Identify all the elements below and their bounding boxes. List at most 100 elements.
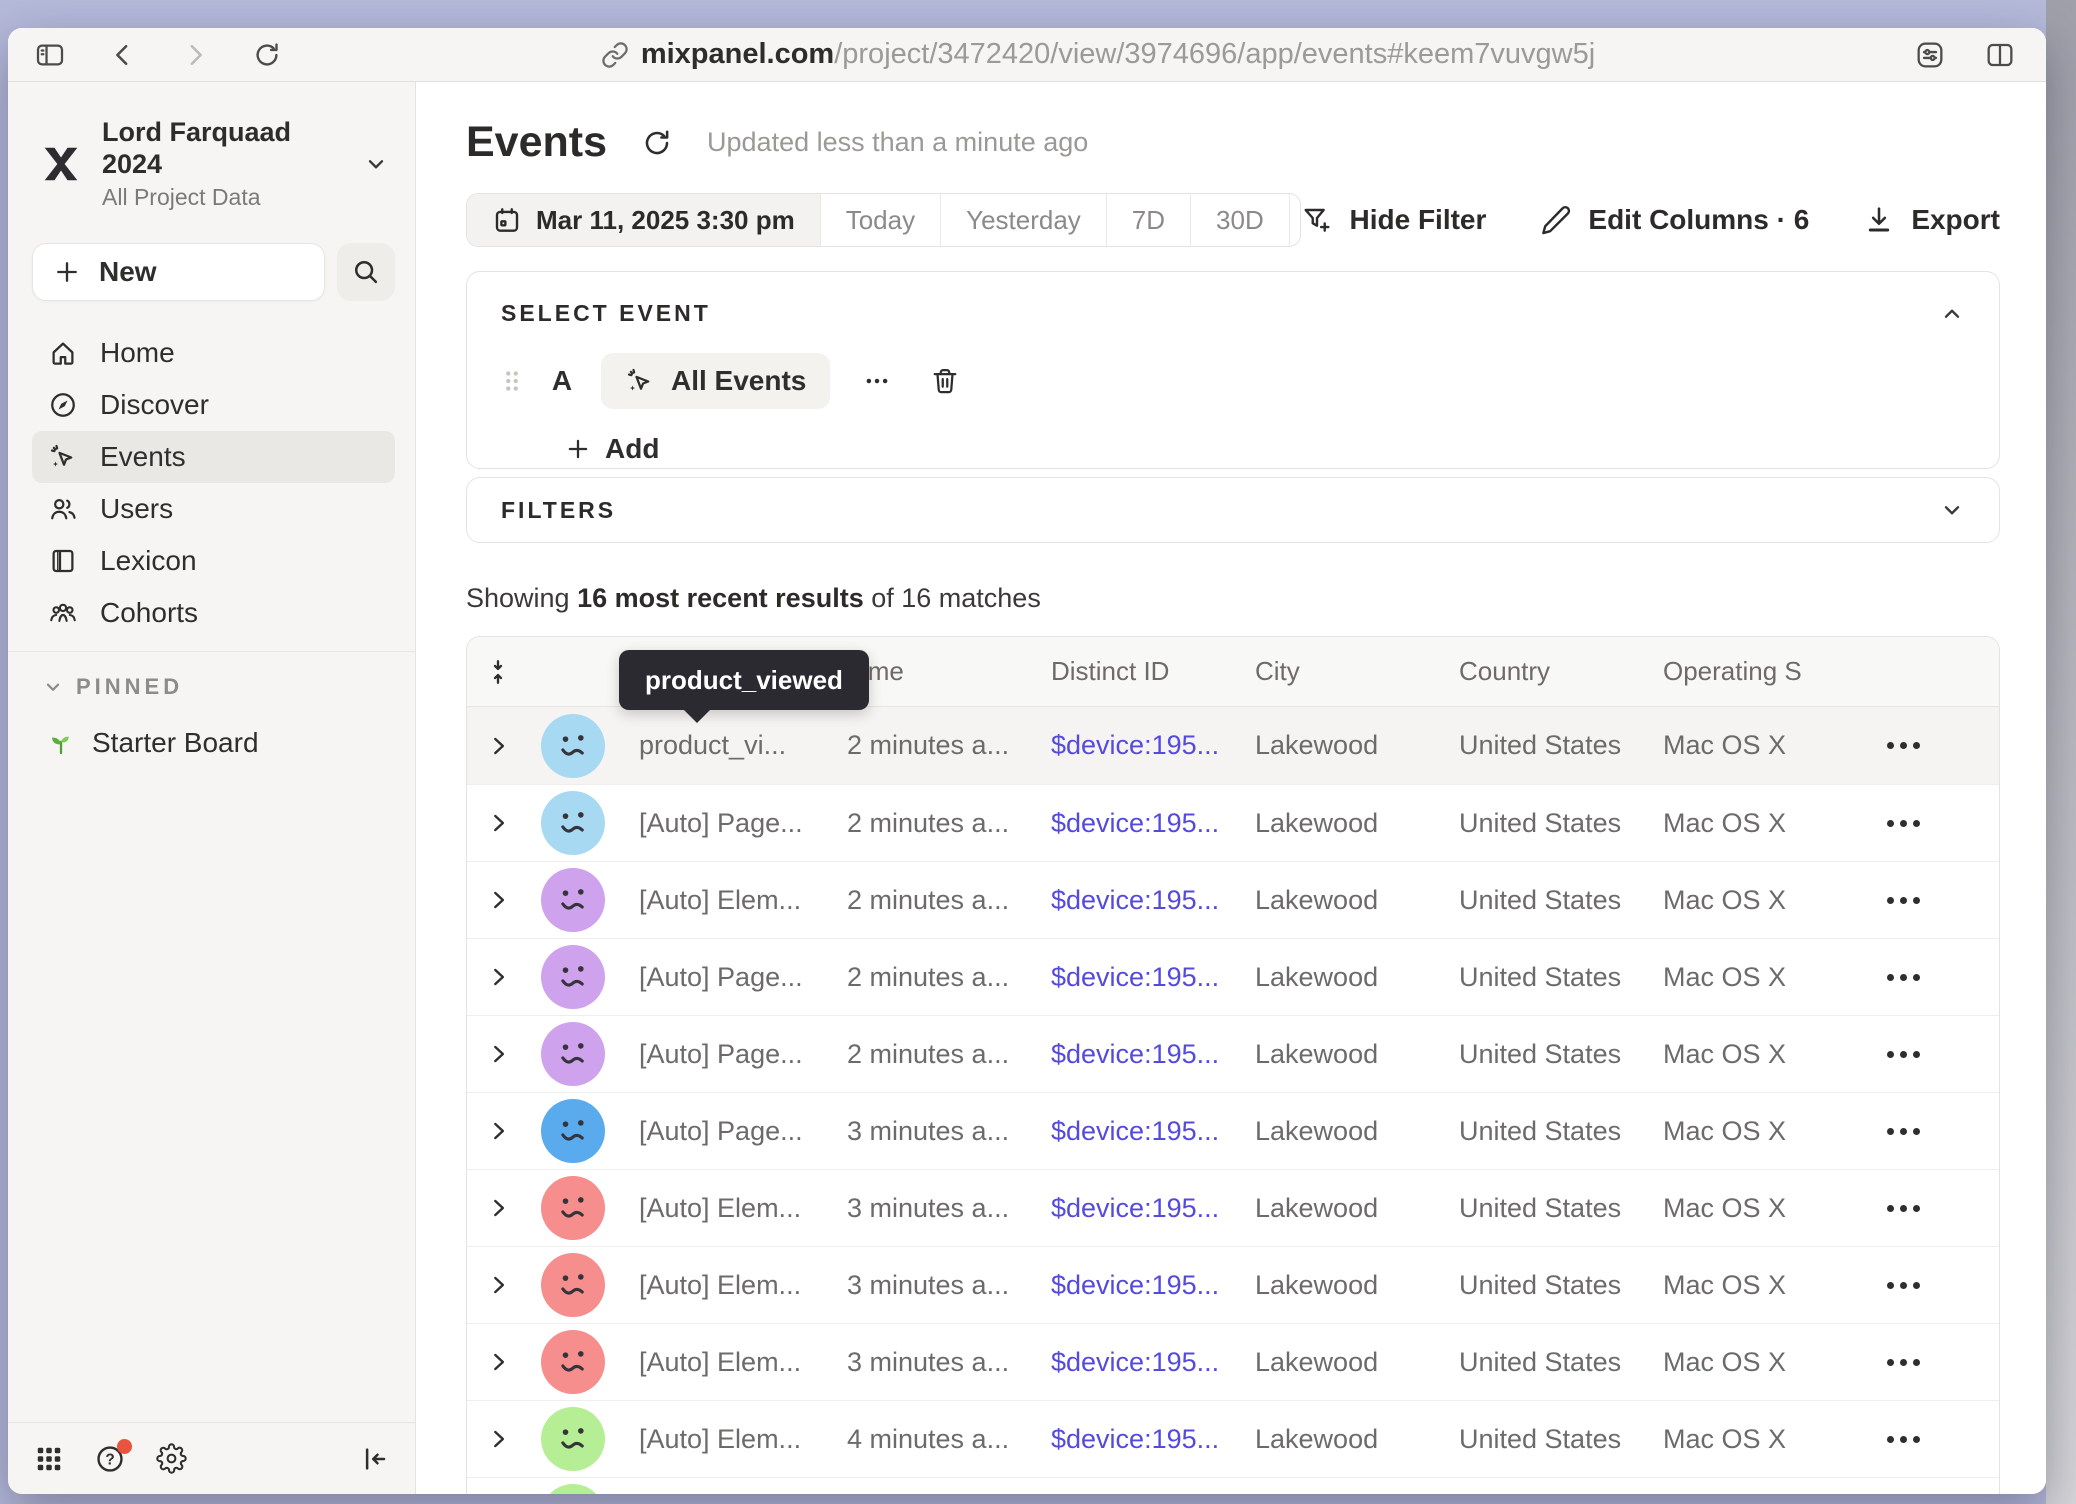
more-options-icon[interactable]: [856, 366, 898, 396]
cell-distinct-id[interactable]: $device:195...: [1029, 962, 1233, 993]
cell-distinct-id[interactable]: $device:195...: [1029, 1116, 1233, 1147]
pinned-section-header[interactable]: PINNED: [32, 674, 395, 700]
collapse-all-icon[interactable]: [484, 658, 512, 686]
expand-panel-icon[interactable]: [1939, 497, 1965, 523]
preset-3m[interactable]: 3M: [1289, 194, 1302, 246]
row-menu-icon[interactable]: [1887, 1051, 1920, 1058]
row-menu-icon[interactable]: [1887, 742, 1920, 749]
row-menu-icon[interactable]: [1887, 1359, 1920, 1366]
row-expand-icon[interactable]: [485, 1349, 511, 1375]
cell-distinct-id[interactable]: $device:195...: [1029, 1347, 1233, 1378]
row-menu-icon[interactable]: [1887, 897, 1920, 904]
table-row[interactable]: [Auto] Elem... 4 minutes a... $device:19…: [467, 1400, 1999, 1477]
address-bar[interactable]: mixpanel.com/project/3472420/view/397469…: [641, 38, 1595, 71]
filters-title: FILTERS: [501, 497, 616, 524]
row-menu-icon[interactable]: [1887, 1205, 1920, 1212]
cell-distinct-id[interactable]: $device:195...: [1029, 730, 1233, 761]
cell-os: Mac OS X: [1641, 1424, 1847, 1455]
reload-icon[interactable]: [252, 40, 282, 70]
sidebar-toggle-icon[interactable]: [34, 39, 66, 71]
row-expand-icon[interactable]: [485, 810, 511, 836]
cell-city: Lakewood: [1233, 1116, 1437, 1147]
row-menu-icon[interactable]: [1887, 1282, 1920, 1289]
export-button[interactable]: Export: [1863, 204, 2000, 236]
back-icon[interactable]: [108, 40, 138, 70]
sidebar-item-starter-board[interactable]: Starter Board: [32, 716, 395, 770]
table-row[interactable]: [Auto] Elem... 4 minutes a... $device:19…: [467, 1477, 1999, 1494]
cell-country: United States: [1437, 962, 1641, 993]
table-row[interactable]: [Auto] Page... 3 minutes a... $device:19…: [467, 1092, 1999, 1169]
col-header-os[interactable]: Operating S: [1641, 656, 1847, 687]
row-menu-icon[interactable]: [1887, 1128, 1920, 1135]
cell-time: 3 minutes a...: [825, 1116, 1029, 1147]
browser-window: mixpanel.com/project/3472420/view/397469…: [8, 28, 2046, 1494]
project-name: Lord Farquaad 2024: [102, 116, 345, 181]
collapse-sidebar-icon[interactable]: [359, 1444, 389, 1474]
drag-handle-icon[interactable]: [501, 366, 523, 396]
collapse-panel-icon[interactable]: [1939, 301, 1965, 327]
table-row[interactable]: [Auto] Elem... 3 minutes a... $device:19…: [467, 1169, 1999, 1246]
date-range-control: Mar 11, 2025 3:30 pm Today Yesterday 7D …: [466, 193, 1301, 247]
new-button[interactable]: New: [32, 243, 325, 301]
table-row[interactable]: [Auto] Elem... 3 minutes a... $device:19…: [467, 1246, 1999, 1323]
trash-icon[interactable]: [924, 366, 966, 396]
row-expand-icon[interactable]: [485, 1041, 511, 1067]
event-selector-chip[interactable]: All Events: [601, 353, 830, 409]
row-expand-icon[interactable]: [485, 1426, 511, 1452]
add-event-button[interactable]: Add: [565, 433, 659, 465]
cell-distinct-id[interactable]: $device:195...: [1029, 1193, 1233, 1224]
cell-distinct-id[interactable]: $device:195...: [1029, 1424, 1233, 1455]
row-expand-icon[interactable]: [485, 1195, 511, 1221]
browser-toolbar: mixpanel.com/project/3472420/view/397469…: [8, 28, 2046, 82]
split-view-icon[interactable]: [1984, 39, 2016, 71]
project-switcher[interactable]: Lord Farquaad 2024 All Project Data: [32, 112, 395, 215]
forward-icon[interactable]: [180, 40, 210, 70]
row-menu-icon[interactable]: [1887, 820, 1920, 827]
row-expand-icon[interactable]: [485, 733, 511, 759]
preset-yesterday[interactable]: Yesterday: [940, 194, 1106, 246]
cell-distinct-id[interactable]: $device:195...: [1029, 885, 1233, 916]
table-row[interactable]: [Auto] Page... 2 minutes a... $device:19…: [467, 784, 1999, 861]
sidebar-item-users[interactable]: Users: [32, 483, 395, 535]
filters-panel[interactable]: FILTERS: [466, 477, 2000, 543]
col-header-distinct-id[interactable]: Distinct ID: [1029, 656, 1233, 687]
edit-columns-button[interactable]: Edit Columns · 6: [1540, 204, 1809, 236]
preset-today[interactable]: Today: [820, 194, 940, 246]
col-header-country[interactable]: Country: [1437, 656, 1641, 687]
search-button[interactable]: [337, 243, 395, 301]
date-picker-button[interactable]: Mar 11, 2025 3:30 pm: [467, 194, 820, 246]
sidebar-item-lexicon[interactable]: Lexicon: [32, 535, 395, 587]
cell-distinct-id[interactable]: $device:195...: [1029, 808, 1233, 839]
cell-time: 4 minutes a...: [825, 1424, 1029, 1455]
row-expand-icon[interactable]: [485, 1272, 511, 1298]
sidebar-item-cohorts[interactable]: Cohorts: [32, 587, 395, 639]
page-settings-icon[interactable]: [1914, 39, 1946, 71]
row-expand-icon[interactable]: [485, 887, 511, 913]
results-summary: Showing 16 most recent results of 16 mat…: [466, 583, 2000, 614]
table-row[interactable]: [Auto] Elem... 2 minutes a... $device:19…: [467, 861, 1999, 938]
sidebar-item-discover[interactable]: Discover: [32, 379, 395, 431]
row-menu-icon[interactable]: [1887, 974, 1920, 981]
table-row[interactable]: [Auto] Page... 2 minutes a... $device:19…: [467, 1015, 1999, 1092]
table-row[interactable]: [Auto] Elem... 3 minutes a... $device:19…: [467, 1323, 1999, 1400]
help-icon[interactable]: ?: [94, 1443, 126, 1475]
cell-distinct-id[interactable]: $device:195...: [1029, 1039, 1233, 1070]
hide-filter-button[interactable]: Hide Filter: [1301, 204, 1486, 236]
table-row[interactable]: [Auto] Page... 2 minutes a... $device:19…: [467, 938, 1999, 1015]
cell-event-name: [Auto] Page...: [617, 1039, 825, 1070]
cell-event-name: [Auto] Elem...: [617, 885, 825, 916]
row-expand-icon[interactable]: [485, 1118, 511, 1144]
apps-grid-icon[interactable]: [34, 1444, 64, 1474]
row-menu-icon[interactable]: [1887, 1436, 1920, 1443]
notification-badge: [117, 1439, 132, 1454]
cell-distinct-id[interactable]: $device:195...: [1029, 1270, 1233, 1301]
gear-icon[interactable]: [156, 1443, 187, 1474]
sidebar-item-events[interactable]: Events: [32, 431, 395, 483]
refresh-icon[interactable]: [641, 127, 673, 159]
col-header-city[interactable]: City: [1233, 656, 1437, 687]
cell-country: United States: [1437, 1116, 1641, 1147]
preset-7d[interactable]: 7D: [1106, 194, 1190, 246]
preset-30d[interactable]: 30D: [1190, 194, 1289, 246]
sidebar-item-home[interactable]: Home: [32, 327, 395, 379]
row-expand-icon[interactable]: [485, 964, 511, 990]
